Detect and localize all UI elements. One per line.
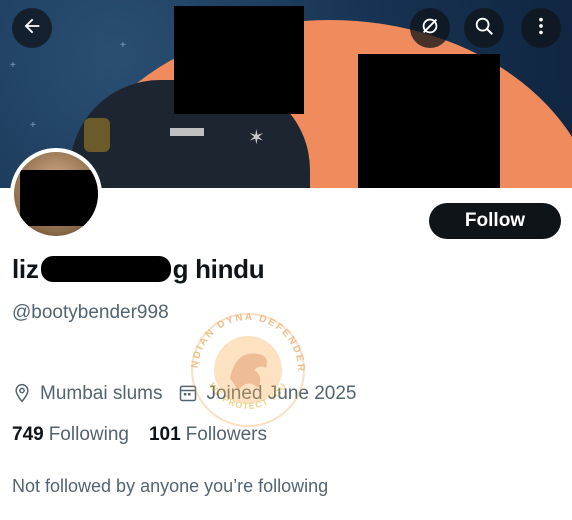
following-label: Following — [48, 424, 129, 445]
banner-sparkle: + — [10, 60, 16, 71]
search-icon — [473, 15, 495, 42]
hide-button[interactable] — [410, 8, 450, 48]
redaction-box — [174, 6, 304, 114]
search-button[interactable] — [464, 8, 504, 48]
display-name: liz g hindu — [12, 254, 265, 285]
username-handle: @bootybender998 — [12, 302, 169, 323]
followers-link[interactable]: 101 Followers — [149, 424, 267, 446]
location-text: Mumbai slums — [40, 383, 163, 404]
display-name-start: liz — [12, 254, 39, 284]
joined-date: Joined June 2025 — [206, 383, 357, 404]
more-vertical-icon — [530, 15, 552, 42]
location-pin-icon — [12, 383, 34, 405]
followers-count: 101 — [148, 424, 181, 445]
name-redaction — [40, 256, 171, 282]
back-button[interactable] — [12, 8, 52, 48]
follow-button[interactable]: Follow — [429, 203, 561, 239]
following-link[interactable]: 749 Following — [12, 424, 129, 446]
redaction-box — [20, 170, 98, 226]
banner-sparkle: + — [30, 120, 36, 131]
not-followed-notice: Not followed by anyone you’re following — [12, 476, 329, 496]
avatar[interactable] — [10, 148, 102, 240]
calendar-icon — [178, 383, 200, 405]
redaction-box — [358, 54, 500, 188]
eye-slash-icon — [419, 15, 441, 42]
watermark-text-top: INDIAN DYNA DEFENDER — [176, 290, 304, 373]
followers-label: Followers — [185, 424, 267, 445]
more-button[interactable] — [521, 8, 561, 48]
following-count: 749 — [12, 424, 44, 445]
follow-button-label: Follow — [464, 210, 526, 231]
display-name-end: g hindu — [172, 254, 265, 284]
svg-text:INDIAN DYNA DEFENDER: INDIAN DYNA DEFENDER — [178, 298, 306, 373]
nameplate — [170, 128, 204, 136]
banner-sparkle: + — [120, 40, 126, 51]
watermark-logo: INDIAN DYNA DEFENDER WE PROTECT YOU — [176, 290, 318, 438]
arrow-left-icon — [21, 15, 43, 42]
profile-meta: Mumbai slums Joined June 2025 — [12, 383, 357, 405]
star-badge-icon: ✶ — [248, 127, 265, 149]
shoulder-patch — [84, 118, 110, 152]
follow-stats: 749 Following 101 Followers — [12, 424, 287, 446]
